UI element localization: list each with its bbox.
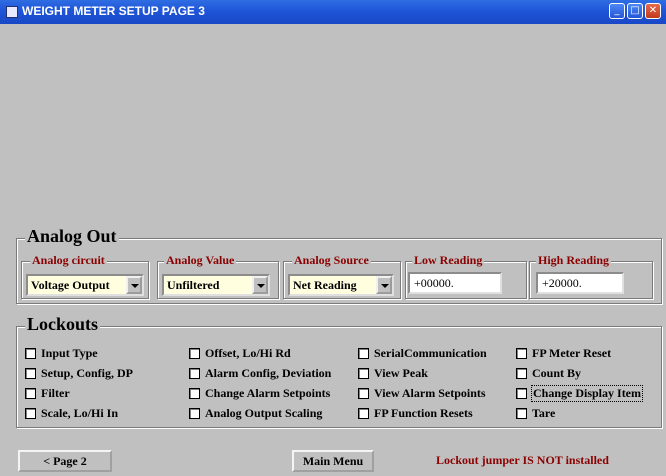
chevron-down-icon [257,284,265,288]
low-reading-value: +00000. [414,276,454,290]
analog-source-select[interactable]: Net Reading [288,274,394,296]
lockout-label: View Alarm Setpoints [374,385,486,400]
lockout-label: Offset, Lo/Hi Rd [205,345,291,360]
lockout-analog-output-scaling[interactable]: Analog Output Scaling [189,405,322,421]
lockout-view-peak[interactable]: View Peak [358,365,428,381]
checkbox[interactable] [25,387,36,399]
analog-circuit-select[interactable]: Voltage Output [26,274,144,296]
lockout-label: Alarm Config, Deviation [205,365,332,380]
lockout-fp-function-resets[interactable]: FP Function Resets [358,405,473,421]
checkbox[interactable] [358,387,369,399]
high-reading-input[interactable]: +20000. [536,272,624,294]
analog-circuit-dropdown[interactable] [126,276,142,294]
analog-out-title: Analog Out [25,226,119,247]
low-reading-input[interactable]: +00000. [408,272,502,294]
analog-source-label: Analog Source [292,253,371,268]
lockout-alarm-config[interactable]: Alarm Config, Deviation [189,365,331,381]
analog-circuit-group: Analog circuit Voltage Output [21,253,149,299]
lockout-input-type[interactable]: Input Type [25,345,98,361]
checkbox[interactable] [358,367,369,379]
lockout-label: FP Meter Reset [532,345,612,360]
chevron-down-icon [381,284,389,288]
lockout-label: Filter [41,385,70,400]
lockout-label: Input Type [41,345,98,360]
high-reading-group: High Reading +20000. [529,253,653,299]
lockout-label: View Peak [374,365,428,380]
chevron-down-icon [131,284,139,288]
lockout-label: Count By [532,365,582,380]
app-icon [6,6,18,18]
checkbox[interactable] [189,367,200,379]
analog-source-value: Net Reading [293,278,357,292]
analog-circuit-value: Voltage Output [31,278,110,292]
lockout-scale[interactable]: Scale, Lo/Hi In [25,405,118,421]
lockouts-group: Lockouts Input Type Setup, Config, DP Fi… [16,314,662,428]
checkbox[interactable] [358,347,369,359]
high-reading-label: High Reading [536,253,612,268]
lockout-label: Change Alarm Setpoints [205,385,331,400]
window-title: WEIGHT METER SETUP PAGE 3 [22,4,205,18]
lockout-setup-config-dp[interactable]: Setup, Config, DP [25,365,133,381]
lockout-change-alarm-setpoints[interactable]: Change Alarm Setpoints [189,385,330,401]
analog-source-group: Analog Source Net Reading [283,253,401,299]
checkbox[interactable] [25,367,36,379]
lockout-label: SerialCommunication [374,345,487,360]
checkbox[interactable] [25,407,36,419]
lockout-label: Scale, Lo/Hi In [41,405,119,420]
lockout-serial-communication[interactable]: SerialCommunication [358,345,487,361]
close-icon[interactable]: ✕ [645,3,661,19]
analog-value-label: Analog Value [164,253,237,268]
lockout-label: Analog Output Scaling [205,405,323,420]
checkbox[interactable] [516,347,527,359]
checkbox[interactable] [189,347,200,359]
checkbox[interactable] [189,407,200,419]
lockout-filter[interactable]: Filter [25,385,70,401]
lockout-tare[interactable]: Tare [516,405,555,421]
lockout-change-display-item[interactable]: Change Display Item [516,384,644,402]
lockout-label: Setup, Config, DP [41,365,134,380]
lockouts-title: Lockouts [25,314,101,335]
checkbox[interactable] [189,387,200,399]
analog-value-select[interactable]: Unfiltered [162,274,270,296]
analog-source-dropdown[interactable] [376,276,392,294]
analog-value-value: Unfiltered [167,278,220,292]
title-bar: WEIGHT METER SETUP PAGE 3 _ □ ✕ [0,0,666,24]
prev-page-button[interactable]: < Page 2 [18,450,112,472]
lockout-status-text: Lockout jumper IS NOT installed [436,453,609,467]
maximize-icon[interactable]: □ [627,3,643,19]
low-reading-group: Low Reading +00000. [405,253,527,299]
checkbox[interactable] [358,407,369,419]
lockout-fp-meter-reset[interactable]: FP Meter Reset [516,345,611,361]
low-reading-label: Low Reading [412,253,485,268]
lockout-view-alarm-setpoints[interactable]: View Alarm Setpoints [358,385,486,401]
lockout-offset[interactable]: Offset, Lo/Hi Rd [189,345,291,361]
checkbox[interactable] [516,367,527,379]
analog-circuit-label: Analog circuit [30,253,107,268]
checkbox[interactable] [516,407,527,419]
analog-value-dropdown[interactable] [252,276,268,294]
minimize-icon[interactable]: _ [609,3,625,19]
high-reading-value: +20000. [542,276,582,290]
checkbox[interactable] [516,387,527,399]
analog-value-group: Analog Value Unfiltered [157,253,279,299]
analog-out-group: Analog Out Analog circuit Voltage Output… [16,226,662,304]
lockout-label: Change Display Item [530,384,644,402]
lockout-count-by[interactable]: Count By [516,365,581,381]
lockout-label: FP Function Resets [374,405,473,420]
checkbox[interactable] [25,347,36,359]
lockout-label: Tare [532,405,556,420]
main-menu-button[interactable]: Main Menu [292,450,374,472]
